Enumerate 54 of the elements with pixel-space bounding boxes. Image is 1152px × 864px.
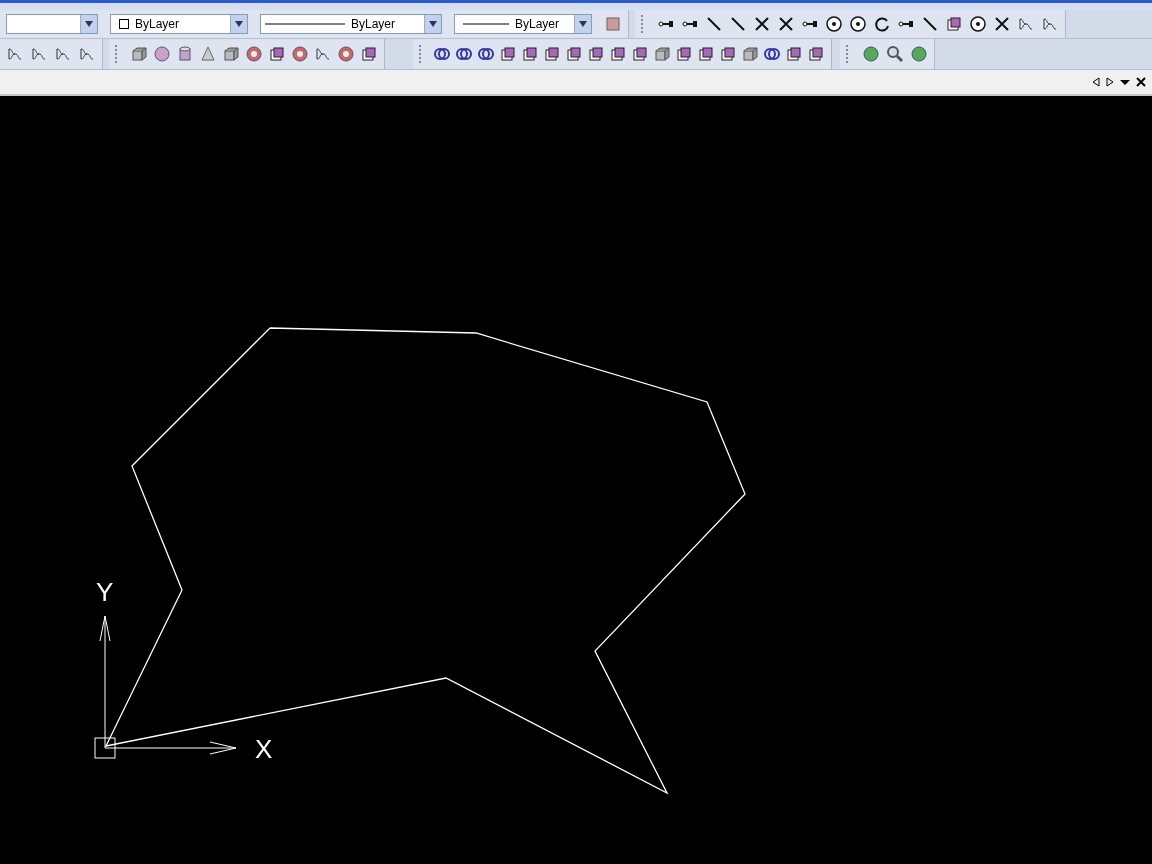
box-edit-icon[interactable]: [268, 44, 286, 63]
diagonal-line-icon[interactable]: [729, 14, 747, 33]
cross-icon[interactable]: [993, 14, 1011, 33]
axis-label: Y: [96, 577, 114, 607]
torus-icon[interactable]: [337, 44, 355, 63]
box-edit-icon[interactable]: [697, 44, 715, 63]
linetype-dropdown[interactable]: ByLayer: [260, 13, 442, 34]
left-arrow-icon[interactable]: [1092, 76, 1100, 87]
box-edit-icon[interactable]: [565, 44, 583, 63]
box-edit-icon[interactable]: [360, 44, 378, 63]
box-edit-icon[interactable]: [543, 44, 561, 63]
color-dropdown[interactable]: ByLayer: [110, 13, 248, 34]
box-edit-icon[interactable]: [587, 44, 605, 63]
globe-icon[interactable]: [862, 44, 880, 63]
box-edit-icon[interactable]: [631, 44, 649, 63]
circle-icon[interactable]: [969, 14, 987, 33]
box-edit-icon[interactable]: [719, 44, 737, 63]
circle-icon[interactable]: [849, 14, 867, 33]
dropdown-arrow-icon[interactable]: [1120, 77, 1130, 86]
color-swatch-icon: [119, 18, 129, 29]
zoom-icon[interactable]: [886, 44, 904, 63]
cube-icon[interactable]: [741, 44, 759, 63]
cube-icon[interactable]: [130, 44, 148, 63]
close-icon[interactable]: [1136, 76, 1146, 87]
diagonal-line-icon[interactable]: [705, 14, 723, 33]
line-sample-icon: [265, 21, 345, 26]
box-edit-icon[interactable]: [609, 44, 627, 63]
cross-icon[interactable]: [777, 14, 795, 33]
cone-icon[interactable]: [199, 44, 217, 63]
ucs-axes-icon: [94, 615, 237, 759]
axis-label: X: [255, 734, 273, 764]
box-edit-icon[interactable]: [785, 44, 803, 63]
cylinder-icon[interactable]: [176, 44, 194, 63]
sphere-icon[interactable]: [153, 44, 171, 63]
diagonal-line-icon[interactable]: [921, 14, 939, 33]
box-edit-icon[interactable]: [945, 14, 963, 33]
box-edit-icon[interactable]: [807, 44, 825, 63]
cube-icon[interactable]: [222, 44, 240, 63]
right-arrow-icon[interactable]: [1106, 76, 1114, 87]
circle-icon[interactable]: [825, 14, 843, 33]
line-sample-icon: [463, 21, 509, 26]
caret-icon[interactable]: [579, 20, 587, 27]
torus-icon[interactable]: [245, 44, 263, 63]
cross-icon[interactable]: [753, 14, 771, 33]
box-edit-icon[interactable]: [675, 44, 693, 63]
box-edit-icon[interactable]: [499, 44, 517, 63]
torus-icon[interactable]: [291, 44, 309, 63]
caret-icon[interactable]: [85, 20, 93, 27]
caret-icon[interactable]: [235, 20, 243, 27]
globe-icon[interactable]: [910, 44, 928, 63]
cube-icon[interactable]: [653, 44, 671, 63]
lineweight-dropdown[interactable]: ByLayer: [454, 13, 592, 34]
box-edit-icon[interactable]: [521, 44, 539, 63]
caret-icon[interactable]: [429, 20, 437, 27]
